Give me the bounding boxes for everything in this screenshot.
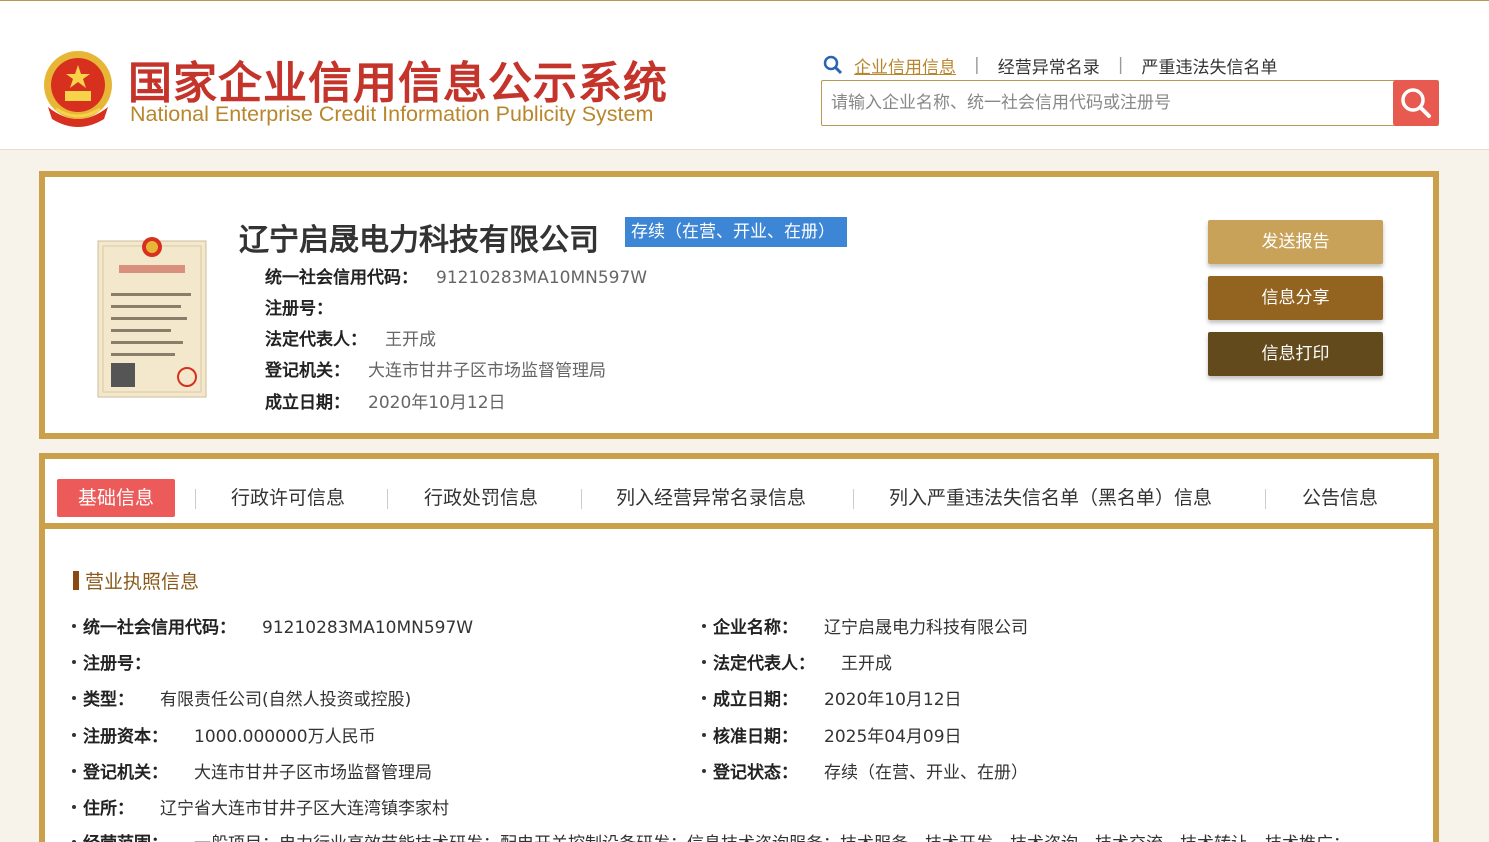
- field-value: 存续（在营、开业、在册）: [824, 763, 1028, 783]
- tab-bar: 基础信息 行政许可信息 行政处罚信息 列入经营异常名录信息 列入严重违法失信名单…: [45, 459, 1433, 529]
- tab-abnormal-list[interactable]: 列入经营异常名录信息: [616, 479, 806, 517]
- field-label: 类型：: [83, 690, 134, 710]
- field-value: 大连市甘井子区市场监督管理局: [368, 361, 606, 381]
- section-title: 营业执照信息: [73, 567, 199, 594]
- field-label: 注册资本：: [83, 727, 168, 747]
- field-value: 辽宁省大连市甘井子区大连湾镇李家村: [160, 799, 449, 819]
- card-field-legal-rep: 法定代表人： 王开成: [265, 325, 436, 350]
- send-report-button[interactable]: 发送报告: [1208, 220, 1383, 264]
- tab-blacklist[interactable]: 列入严重违法失信名单（黑名单）信息: [889, 479, 1212, 517]
- field-value: 91210283MA10MN597W: [436, 268, 648, 288]
- nav-abnormal-list[interactable]: 经营异常名录: [998, 53, 1100, 78]
- field-value: 王开成: [385, 330, 436, 350]
- field-value: 王开成: [841, 654, 892, 674]
- company-card: 辽宁启晟电力科技有限公司 存续（在营、开业、在册） 统一社会信用代码： 91210…: [39, 171, 1439, 439]
- status-badge: 存续（在营、开业、在册）: [625, 217, 847, 247]
- print-info-button[interactable]: 信息打印: [1208, 332, 1383, 376]
- field-value: 2025年04月09日: [824, 727, 962, 747]
- field-value: 91210283MA10MN597W: [262, 618, 474, 638]
- field-label: 统一社会信用代码：: [265, 268, 418, 288]
- tab-divider: [581, 489, 582, 509]
- field-label: 法定代表人：: [713, 654, 815, 674]
- business-license-image: [97, 237, 207, 398]
- site-title-english: National Enterprise Credit Information P…: [130, 102, 654, 126]
- section-marker: [73, 571, 79, 590]
- field-value: 大连市甘井子区市场监督管理局: [194, 763, 432, 783]
- info-field: 注册资本： 1000.000000万人民币: [72, 722, 376, 747]
- tab-divider: [853, 489, 854, 509]
- field-label: 法定代表人：: [265, 330, 367, 350]
- search-input[interactable]: [822, 81, 1394, 125]
- top-nav: 企业信用信息 | 经营异常名录 | 严重违法失信名单: [822, 53, 1277, 78]
- info-field: 住所： 辽宁省大连市甘井子区大连湾镇李家村: [72, 794, 449, 819]
- tab-admin-penalty[interactable]: 行政处罚信息: [424, 479, 538, 517]
- share-info-button[interactable]: 信息分享: [1208, 276, 1383, 320]
- company-name: 辽宁启晟电力科技有限公司: [239, 223, 599, 258]
- nav-blacklist[interactable]: 严重违法失信名单: [1141, 53, 1277, 78]
- field-label: 登记机关：: [265, 361, 350, 381]
- field-value: 2020年10月12日: [824, 690, 962, 710]
- field-label: 成立日期：: [265, 393, 350, 413]
- info-field: 经营范围： 一般项目：电力行业高效节能技术研发；配电开关控制设备研发；信息技术咨询…: [72, 829, 1350, 842]
- tab-divider: [1265, 489, 1266, 509]
- info-field: 核准日期： 2025年04月09日: [702, 722, 962, 747]
- field-label: 成立日期：: [713, 690, 798, 710]
- magnifier-icon: [823, 55, 843, 75]
- search-button[interactable]: [1393, 80, 1439, 126]
- info-field: 注册号：: [72, 649, 177, 674]
- field-label: 住所：: [83, 799, 134, 819]
- field-value: 1000.000000万人民币: [194, 727, 376, 747]
- field-label: 注册号：: [83, 654, 151, 674]
- field-label: 登记状态：: [713, 763, 798, 783]
- info-field: 企业名称： 辽宁启晟电力科技有限公司: [702, 613, 1028, 638]
- field-value: 一般项目：电力行业高效节能技术研发；配电开关控制设备研发；信息技术咨询服务；技术…: [194, 834, 1350, 842]
- section-title-text: 营业执照信息: [85, 571, 200, 593]
- detail-panel: 基础信息 行政许可信息 行政处罚信息 列入经营异常名录信息 列入严重违法失信名单…: [39, 453, 1439, 842]
- info-field: 统一社会信用代码： 91210283MA10MN597W: [72, 613, 473, 638]
- card-field-authority: 登记机关： 大连市甘井子区市场监督管理局: [265, 356, 606, 381]
- info-field: 登记状态： 存续（在营、开业、在册）: [702, 758, 1028, 783]
- info-field: 登记机关： 大连市甘井子区市场监督管理局: [72, 758, 432, 783]
- nav-enterprise-credit[interactable]: 企业信用信息: [854, 53, 956, 78]
- info-field: 成立日期： 2020年10月12日: [702, 685, 962, 710]
- field-label: 企业名称：: [713, 618, 798, 638]
- tab-announcements[interactable]: 公告信息: [1302, 479, 1378, 517]
- nav-separator: |: [1117, 55, 1124, 75]
- field-label: 登记机关：: [83, 763, 168, 783]
- tab-divider: [195, 489, 196, 509]
- field-label: 统一社会信用代码：: [83, 618, 236, 638]
- card-field-credit-code: 统一社会信用代码： 91210283MA10MN597W: [265, 263, 647, 288]
- field-value: 2020年10月12日: [368, 393, 506, 413]
- field-label: 注册号：: [265, 299, 333, 319]
- field-label: 核准日期：: [713, 727, 798, 747]
- card-field-reg-number: 注册号：: [265, 294, 351, 319]
- field-label: 经营范围：: [83, 834, 168, 842]
- info-field: 类型： 有限责任公司(自然人投资或控股): [72, 685, 411, 710]
- national-emblem-icon: [44, 51, 112, 127]
- tab-admin-license[interactable]: 行政许可信息: [231, 479, 345, 517]
- field-value: 辽宁启晟电力科技有限公司: [824, 618, 1028, 638]
- field-value: 有限责任公司(自然人投资或控股): [160, 690, 412, 710]
- search-box: [821, 80, 1439, 126]
- info-field: 法定代表人： 王开成: [702, 649, 892, 674]
- tab-divider: [387, 489, 388, 509]
- nav-separator: |: [974, 55, 980, 75]
- search-icon: [1401, 88, 1431, 118]
- card-field-est-date: 成立日期： 2020年10月12日: [265, 388, 506, 413]
- site-header: 国家企业信用信息公示系统 National Enterprise Credit …: [0, 0, 1489, 150]
- tab-basic-info[interactable]: 基础信息: [57, 479, 176, 517]
